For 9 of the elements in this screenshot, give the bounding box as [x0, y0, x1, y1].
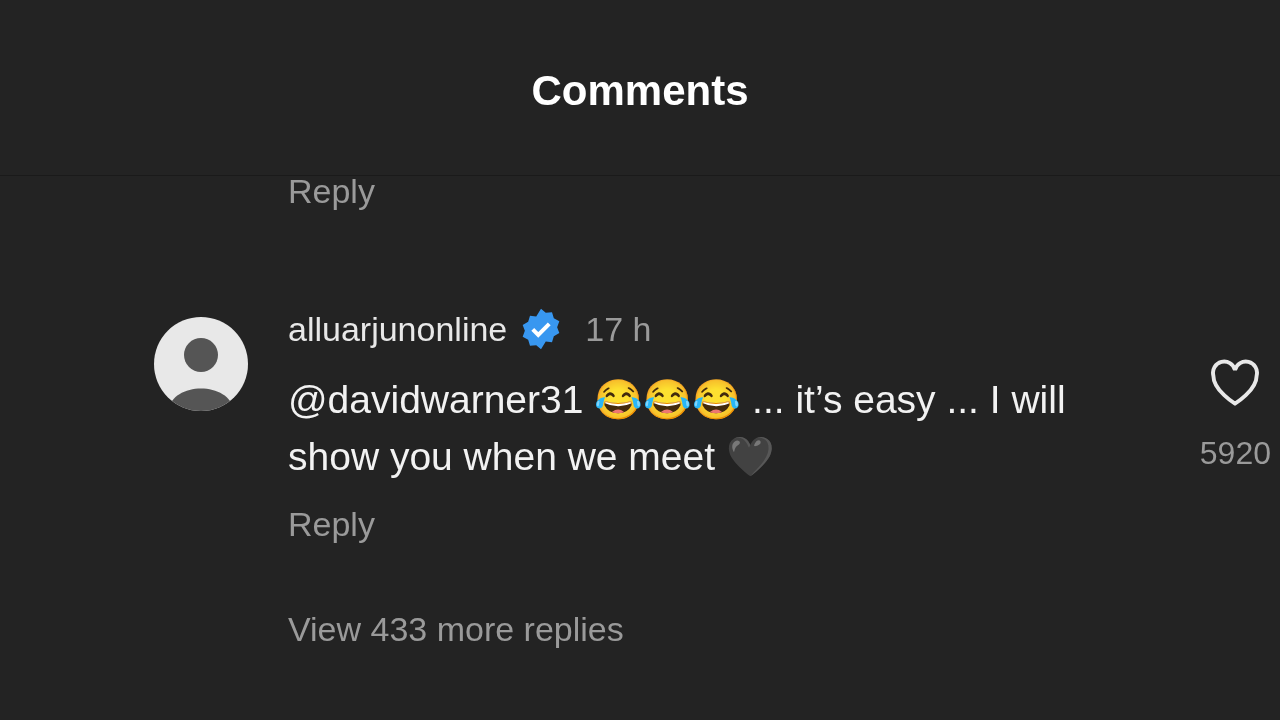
header-title: Comments	[531, 66, 749, 116]
reply-link[interactable]: Reply	[288, 499, 375, 550]
view-replies-link[interactable]: View 433 more replies	[288, 604, 624, 655]
comment-time: 17 h	[585, 308, 652, 350]
comment-text: @davidwarner31 😂😂😂 ... it’s easy ... I will show you when we meet 🖤	[288, 377, 1067, 480]
username[interactable]: alluarjunonline	[288, 303, 508, 355]
reply-link[interactable]: Reply	[288, 176, 375, 210]
like-icon[interactable]	[1209, 359, 1262, 407]
like-count: 5920	[1199, 434, 1271, 473]
